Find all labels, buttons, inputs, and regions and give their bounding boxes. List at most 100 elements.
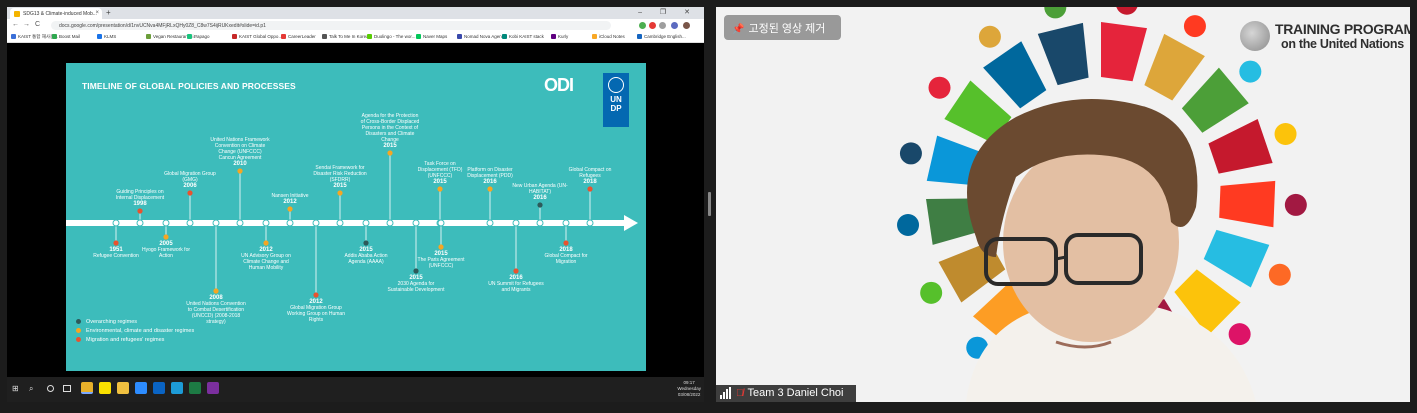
forward-icon[interactable]: → bbox=[23, 21, 30, 28]
event-year: 1998 bbox=[133, 201, 147, 207]
shared-screen: SDG13 & Climate-induced Mob... × + – ❐ ✕… bbox=[7, 7, 704, 402]
logo-line-2: on the United Nations bbox=[1281, 37, 1404, 51]
bookmark-item[interactable]: CareerLeader bbox=[281, 34, 316, 39]
bookmark-item[interactable]: iCloud Notes bbox=[592, 34, 625, 39]
url-bar[interactable]: docs.google.com/presentation/d/1nvUCNva4… bbox=[51, 21, 611, 30]
sdg-wheel-segment bbox=[1208, 118, 1273, 174]
event-label: The Paris Agreement (UNFCCC) bbox=[417, 257, 465, 269]
new-tab-button[interactable]: + bbox=[106, 8, 111, 17]
browser-tab[interactable]: SDG13 & Climate-induced Mob... × bbox=[10, 8, 102, 19]
bookmark-icon bbox=[592, 34, 597, 39]
sdg-wheel-dot bbox=[1116, 7, 1138, 15]
timeline-event: Sendai Framework for Disaster Risk Reduc… bbox=[310, 165, 370, 189]
bookmark-item[interactable]: Kobi KAIST stack bbox=[502, 34, 544, 39]
bookmark-icon bbox=[367, 34, 372, 39]
bookmark-item[interactable]: Naver Maps bbox=[416, 34, 447, 39]
legend-item: Migration and refugees' regimes bbox=[76, 337, 194, 343]
bookmark-item[interactable]: Duolingo - The wor... bbox=[367, 34, 415, 39]
timeline-event: 2005 Hyogo Framework for Action bbox=[136, 241, 196, 259]
participant-name-tag: 🎙̸ Team 3 Daniel Choi bbox=[716, 385, 856, 402]
timeline-event: 2012 Global Migration Group Working Group… bbox=[286, 299, 346, 323]
timeline-event: Agenda for the Protection of Cross-Borde… bbox=[360, 113, 420, 149]
outlook-icon[interactable] bbox=[153, 382, 165, 394]
bookmark-item[interactable]: KAIST Global Oppo... bbox=[232, 34, 282, 39]
window-controls[interactable]: – ❐ ✕ bbox=[638, 8, 698, 16]
timeline-event: 2015 Addis Ababa Action Agenda (AAAA) bbox=[336, 247, 396, 265]
timeline-marker bbox=[587, 186, 593, 192]
event-label: UN Advisory Group on Climate Change and … bbox=[241, 253, 291, 271]
bookmark-item[interactable]: Kurly bbox=[551, 34, 568, 39]
bookmark-icon bbox=[457, 34, 462, 39]
reload-icon[interactable]: C bbox=[35, 21, 40, 28]
event-label: Platform on Disaster Displacement (PDD) bbox=[467, 167, 513, 179]
tab-strip: SDG13 & Climate-induced Mob... × + – ❐ ✕ bbox=[7, 7, 704, 19]
event-year: 2012 bbox=[283, 199, 297, 205]
back-icon[interactable]: ← bbox=[12, 21, 19, 28]
presentation-area: TIMELINE OF GLOBAL POLICIES AND PROCESSE… bbox=[7, 43, 704, 377]
task-view-icon[interactable] bbox=[63, 385, 71, 392]
system-clock[interactable]: 09:17 Wednesday 03/08/2022 bbox=[677, 380, 701, 398]
split-view-handle[interactable] bbox=[708, 192, 711, 216]
globe-emblem-icon bbox=[1240, 21, 1270, 51]
excel-icon[interactable] bbox=[189, 382, 201, 394]
unpin-label: 고정된 영상 제거 bbox=[748, 23, 826, 35]
legend: Overarching regimes Environmental, climat… bbox=[76, 319, 194, 346]
extension-icon[interactable] bbox=[671, 22, 678, 29]
timeline-marker bbox=[438, 244, 444, 250]
timeline-marker bbox=[137, 208, 143, 214]
event-label: United Nations Framework Convention on C… bbox=[210, 137, 270, 161]
logo-line-1: TRAINING PROGRAM bbox=[1275, 21, 1410, 37]
timeline-marker bbox=[387, 150, 393, 156]
timeline-event: 2015 2030 Agenda for Sustainable Developm… bbox=[386, 275, 446, 293]
legend-dot-icon bbox=[76, 319, 81, 324]
glasses-bridge bbox=[1055, 255, 1067, 261]
file-explorer-icon[interactable] bbox=[117, 382, 129, 394]
event-label: Global Compact for Migration bbox=[544, 253, 588, 265]
edge-icon[interactable] bbox=[171, 382, 183, 394]
event-year: 2015 bbox=[333, 183, 347, 189]
participant-name: Team 3 Daniel Choi bbox=[747, 387, 844, 399]
timeline-marker bbox=[363, 240, 369, 246]
event-label: 2030 Agenda for Sustainable Development bbox=[387, 281, 445, 293]
timeline-marker bbox=[487, 186, 493, 192]
sdg-wheel-dot bbox=[928, 76, 951, 99]
sdg-wheel-dot bbox=[920, 281, 943, 304]
chrome-icon[interactable] bbox=[81, 382, 93, 394]
timeline-marker bbox=[563, 240, 569, 246]
kakaotalk-icon[interactable] bbox=[99, 382, 111, 394]
extension-icon[interactable] bbox=[639, 22, 646, 29]
profile-avatar[interactable] bbox=[683, 22, 690, 29]
timeline-marker bbox=[437, 186, 443, 192]
onenote-icon[interactable] bbox=[207, 382, 219, 394]
extension-icon[interactable] bbox=[659, 22, 666, 29]
bookmark-item[interactable]: Cambridge English... bbox=[637, 34, 686, 39]
timeline-arrow bbox=[624, 215, 638, 231]
cortana-icon[interactable] bbox=[47, 385, 54, 392]
bookmark-item[interactable]: Nomad Nova Ageni... bbox=[457, 34, 507, 39]
bookmark-icon bbox=[232, 34, 237, 39]
timeline-event: 2012 UN Advisory Group on Climate Change … bbox=[236, 247, 296, 271]
timeline-marker bbox=[163, 234, 169, 240]
bookmark-item[interactable]: KAIST 통합 재사용... bbox=[11, 34, 58, 40]
bookmark-item[interactable]: Papago bbox=[187, 34, 210, 39]
bookmark-item[interactable]: Boost Mail bbox=[52, 34, 80, 39]
bookmark-icon bbox=[416, 34, 421, 39]
bookmark-icon bbox=[502, 34, 507, 39]
event-label: Hyogo Framework for Action bbox=[141, 247, 191, 259]
sdg-wheel-dot bbox=[899, 142, 922, 165]
browser-chrome: SDG13 & Climate-induced Mob... × + – ❐ ✕… bbox=[7, 7, 704, 43]
timeline-event: Global Migration Group (GMG) 2006 bbox=[160, 171, 220, 189]
bookmark-item[interactable]: KLMS bbox=[97, 34, 116, 39]
zoom-icon[interactable] bbox=[135, 382, 147, 394]
extension-icon[interactable] bbox=[649, 22, 656, 29]
sdg-wheel-dot bbox=[897, 214, 920, 237]
search-icon[interactable]: ⌕ bbox=[29, 384, 33, 394]
timeline-marker bbox=[413, 268, 419, 274]
timeline-marker bbox=[313, 292, 319, 298]
unpin-video-button[interactable]: 📌 고정된 영상 제거 bbox=[724, 15, 841, 40]
participant-video: 📌 고정된 영상 제거 TRAINING PROGRAM on the Unite… bbox=[716, 7, 1410, 402]
event-year: 2015 bbox=[383, 143, 397, 149]
bookmark-item[interactable]: Talk To Me In Korean bbox=[322, 34, 371, 39]
close-tab-icon[interactable]: × bbox=[95, 10, 99, 16]
start-icon[interactable]: ⊞ bbox=[12, 384, 19, 393]
